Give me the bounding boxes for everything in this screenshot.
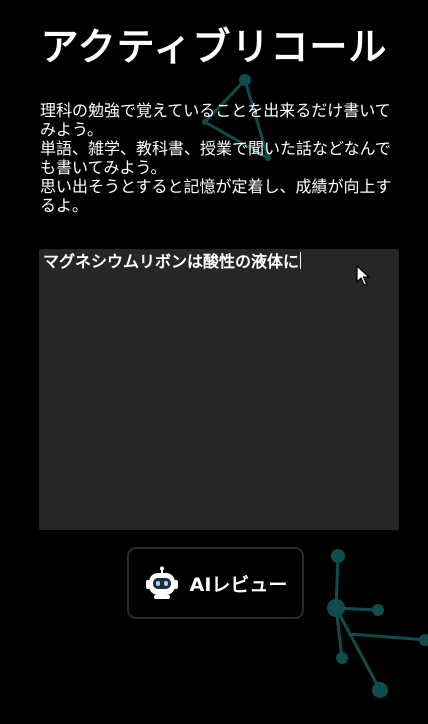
instruction-line: 理科の勉強で覚えていることを出来るだけ書いてみよう。 xyxy=(40,101,391,139)
robot-icon xyxy=(145,566,178,599)
instruction-line: 思い出そうとすると記憶が定着し、成績が向上するよ。 xyxy=(40,177,392,215)
recall-text-area[interactable]: マグネシウムリボンは酸性の液体に xyxy=(39,249,399,530)
ai-review-button[interactable]: AIレビュー xyxy=(127,547,304,619)
recall-text-value[interactable]: マグネシウムリボンは酸性の液体に xyxy=(43,252,299,271)
instructions: 理科の勉強で覚えていることを出来るだけ書いてみよう。 単語、雑学、教科書、授業で… xyxy=(40,101,400,215)
ai-review-button-label: AIレビュー xyxy=(189,573,288,596)
page-title: アクティブリコール xyxy=(40,25,388,69)
instruction-line: 単語、雑学、教科書、授業で聞いた話などなんでも書いてみよう。 xyxy=(40,139,391,177)
text-caret xyxy=(300,252,302,269)
mouse-pointer-icon xyxy=(356,265,370,286)
